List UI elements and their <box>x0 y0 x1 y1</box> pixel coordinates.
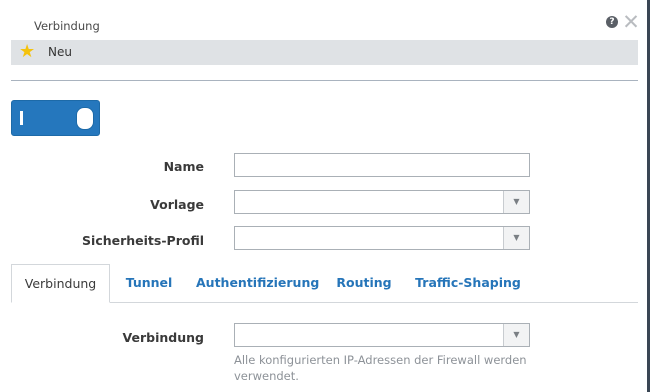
chevron-down-icon[interactable]: ▼ <box>503 227 529 249</box>
template-select[interactable]: ▼ <box>234 190 530 214</box>
security-profile-select[interactable]: ▼ <box>234 226 530 250</box>
tab-tunnel[interactable]: Tunnel <box>117 264 181 302</box>
connection-select[interactable]: ▼ <box>234 323 530 347</box>
name-label: Name <box>163 159 204 174</box>
connection-label: Verbindung <box>122 330 204 345</box>
tab-authentifizierung[interactable]: Authentifizierung <box>196 264 319 302</box>
dialog-title: Verbindung <box>34 19 100 33</box>
help-icon[interactable]: ? <box>606 16 618 28</box>
star-icon[interactable]: ★ <box>19 42 35 62</box>
template-label: Vorlage <box>150 197 204 212</box>
tab-routing[interactable]: Routing <box>333 264 395 302</box>
toggle-on-mark <box>20 111 23 125</box>
object-name: Neu <box>48 45 72 59</box>
toggle-knob[interactable] <box>76 107 94 130</box>
chevron-down-icon[interactable]: ▼ <box>503 324 529 346</box>
tab-traffic-shaping[interactable]: Traffic-Shaping <box>414 264 522 302</box>
connection-dialog: Verbindung ? ✕ ★ Neu Name Vorlage ▼ Sich… <box>0 0 650 392</box>
close-icon[interactable]: ✕ <box>622 11 640 33</box>
enable-toggle[interactable] <box>11 100 100 136</box>
connection-hint: Alle konfigurierten IP-Adressen der Fire… <box>234 353 527 383</box>
name-input[interactable] <box>234 153 530 177</box>
tab-verbindung[interactable]: Verbindung <box>11 264 110 303</box>
object-name-bar: ★ Neu <box>11 40 638 65</box>
divider <box>11 80 638 81</box>
security-profile-label: Sicherheits-Profil <box>82 233 204 248</box>
chevron-down-icon[interactable]: ▼ <box>503 191 529 213</box>
